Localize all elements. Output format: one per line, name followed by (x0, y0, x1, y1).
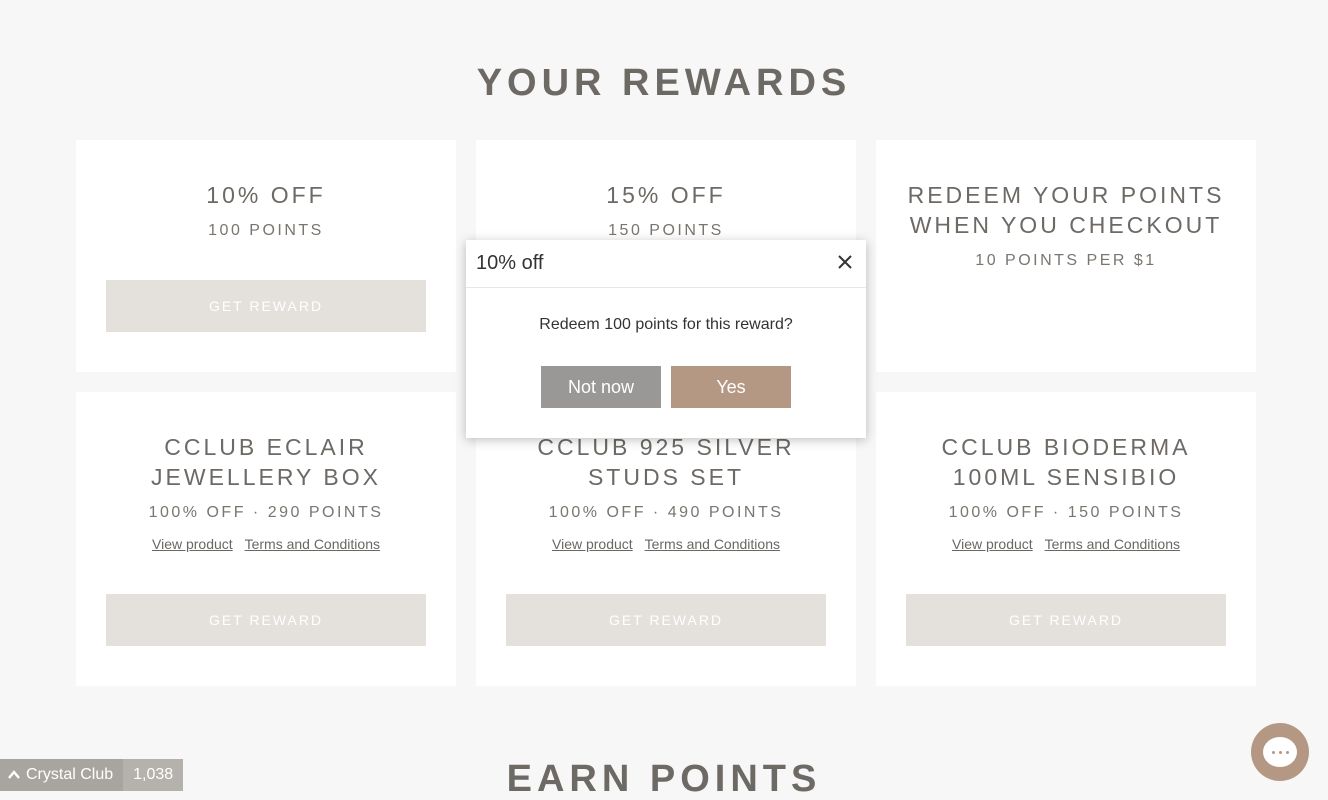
chat-dot (1271, 750, 1275, 754)
reward-title-line-2: 100ML SENSIBIO (952, 464, 1180, 490)
dialog-actions: Not now Yes (541, 366, 791, 408)
dialog-title: 10% off (476, 252, 544, 274)
reward-title: CCLUB 925 SILVER STUDS SET (476, 432, 856, 492)
redeem-confirm-dialog: 10% off Redeem 100 points for this rewar… (466, 240, 866, 438)
get-reward-button[interactable]: GET REWARD (106, 594, 426, 646)
reward-title: CCLUB ECLAIR JEWELLERY BOX (76, 432, 456, 492)
yes-button[interactable]: Yes (671, 366, 791, 408)
chevron-up-icon (8, 770, 20, 779)
crystal-club-launcher[interactable]: Crystal Club 1,038 (0, 759, 184, 791)
close-icon[interactable] (836, 252, 854, 276)
get-reward-button[interactable]: GET REWARD (506, 594, 826, 646)
reward-points: 100% OFF · 150 POINTS (948, 504, 1184, 521)
rewards-page: YOUR REWARDS 10% OFF 100 POINTS GET REWA… (0, 0, 1328, 800)
get-reward-button[interactable]: GET REWARD (106, 280, 426, 332)
reward-title-line-2: STUDS SET (587, 464, 745, 490)
view-product-link[interactable]: View product (152, 536, 233, 552)
view-product-link[interactable]: View product (952, 536, 1033, 552)
launcher-label: Crystal Club (26, 766, 114, 783)
reward-title-line-2: JEWELLERY BOX (151, 464, 381, 490)
reward-title-line-1: CCLUB BIODERMA (941, 434, 1191, 460)
get-reward-button[interactable]: GET REWARD (906, 594, 1226, 646)
reward-links: View product Terms and Conditions (76, 536, 456, 552)
reward-title-line-1: REDEEM YOUR POINTS (907, 182, 1225, 208)
reward-points: 100% OFF · 290 POINTS (148, 504, 384, 521)
close-icon-glyph (838, 254, 852, 269)
reward-links: View product Terms and Conditions (476, 536, 856, 552)
chat-bubble-icon (1263, 737, 1297, 767)
dialog-message: Redeem 100 points for this reward? (539, 316, 793, 333)
reward-title: REDEEM YOUR POINTS WHEN YOU CHECKOUT (876, 180, 1256, 240)
terms-link[interactable]: Terms and Conditions (245, 536, 380, 552)
reward-card-10-off: 10% OFF 100 POINTS GET REWARD (76, 140, 456, 372)
launcher-label-area: Crystal Club (0, 759, 124, 791)
reward-points: 100 POINTS (208, 222, 324, 239)
reward-card-eclair-jewellery-box: CCLUB ECLAIR JEWELLERY BOX 100% OFF · 29… (76, 392, 456, 686)
not-now-button[interactable]: Not now (541, 366, 661, 408)
reward-title: 15% OFF (606, 182, 726, 208)
dialog-header: 10% off (466, 240, 866, 288)
reward-points: 10 POINTS PER $1 (975, 252, 1157, 269)
reward-card-redeem-checkout: REDEEM YOUR POINTS WHEN YOU CHECKOUT 10 … (876, 140, 1256, 372)
reward-points: 100% OFF · 490 POINTS (548, 504, 784, 521)
reward-points: 150 POINTS (608, 222, 724, 239)
chat-dot (1278, 750, 1282, 754)
reward-title-line-2: WHEN YOU CHECKOUT (909, 212, 1223, 238)
reward-title: 10% OFF (206, 182, 326, 208)
chat-dot (1285, 750, 1289, 754)
your-rewards-heading: YOUR REWARDS (476, 62, 852, 104)
reward-title-line-1: CCLUB ECLAIR (164, 434, 368, 460)
reward-title: CCLUB BIODERMA 100ML SENSIBIO (876, 432, 1256, 492)
view-product-link[interactable]: View product (552, 536, 633, 552)
terms-link[interactable]: Terms and Conditions (1045, 536, 1180, 552)
chat-button[interactable] (1251, 723, 1309, 781)
reward-card-bioderma: CCLUB BIODERMA 100ML SENSIBIO 100% OFF ·… (876, 392, 1256, 686)
earn-points-heading: EARN POINTS (506, 758, 822, 800)
terms-link[interactable]: Terms and Conditions (645, 536, 780, 552)
reward-links: View product Terms and Conditions (876, 536, 1256, 552)
launcher-points: 1,038 (123, 759, 184, 791)
